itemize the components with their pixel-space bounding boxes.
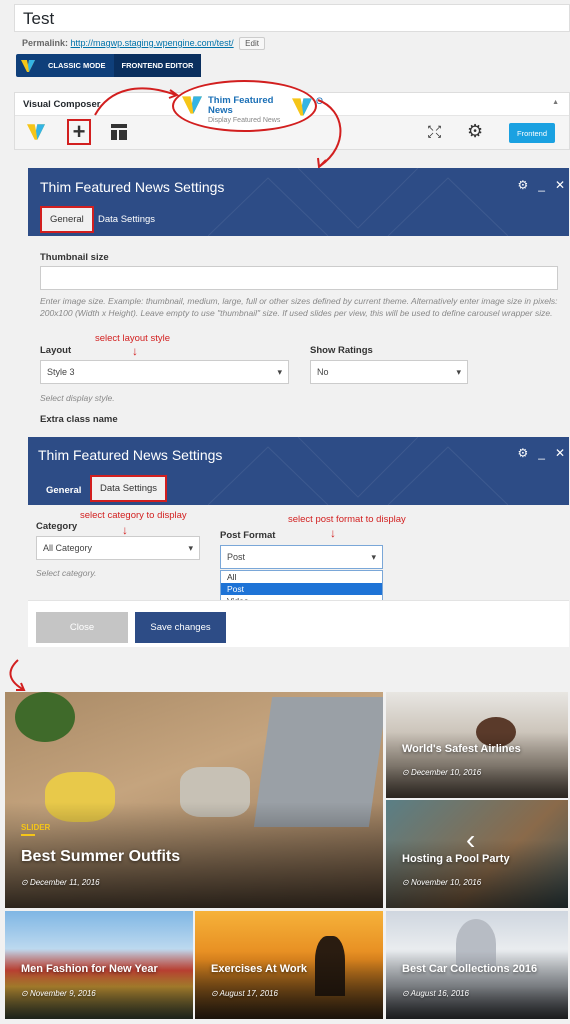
arrow-down-icon: ↓	[132, 344, 138, 358]
gear-icon[interactable]: ⚙	[517, 446, 528, 460]
minimize-icon[interactable]: _	[538, 178, 545, 192]
option-post[interactable]: Post	[221, 583, 382, 595]
featured-post-bottom-1[interactable]: Men Fashion for New Year ⊙ November 9, 2…	[5, 911, 193, 1019]
featured-post-side-2[interactable]: ‹ Hosting a Pool Party ⊙ November 10, 20…	[386, 800, 568, 908]
header-pattern	[208, 437, 508, 505]
overlay	[386, 732, 568, 798]
post-format-annotation: select post format to display	[288, 514, 406, 525]
post-date: ⊙ August 17, 2016	[211, 989, 278, 998]
chevron-down-icon: ▾	[277, 366, 282, 377]
ratings-select-value: No	[317, 367, 329, 377]
slider-prev-icon[interactable]: ‹	[466, 824, 475, 856]
extra-class-label: Extra class name	[40, 414, 118, 425]
category-select[interactable]: All Category ▾	[36, 536, 200, 560]
close-icon[interactable]: ✕	[555, 178, 565, 192]
thumbnail-size-help: Enter image size. Example: thumbnail, me…	[40, 296, 558, 318]
post-date-text: December 11, 2016	[29, 878, 100, 887]
post-title[interactable]: Hosting a Pool Party	[402, 853, 510, 865]
post-date-text: November 9, 2016	[29, 989, 96, 998]
badge-underline	[21, 834, 35, 836]
arrow-down-icon: ↓	[122, 523, 128, 537]
chevron-down-icon: ▾	[456, 366, 461, 377]
tab-general[interactable]: General	[38, 479, 89, 502]
show-ratings-label: Show Ratings	[310, 345, 373, 356]
post-format-label: Post Format	[220, 530, 276, 541]
overlay	[386, 951, 568, 1019]
close-button[interactable]: Close	[36, 612, 128, 643]
dialog-controls: ⚙ _ ✕	[517, 446, 565, 460]
post-title[interactable]: Best Summer Outfits	[21, 848, 180, 866]
post-title[interactable]: World's Safest Airlines	[402, 743, 521, 755]
dialog-header: Thim Featured News Settings ⚙ _ ✕ Genera…	[28, 168, 569, 236]
thumbnail-size-input[interactable]	[40, 266, 558, 290]
post-date: ⊙ November 10, 2016	[402, 878, 482, 887]
overlay	[5, 951, 193, 1019]
layout-label: Layout	[40, 345, 72, 356]
post-date-text: December 10, 2016	[410, 768, 482, 777]
overlay	[195, 951, 383, 1019]
post-title[interactable]: Exercises At Work	[211, 963, 307, 975]
tab-general[interactable]: General	[40, 206, 94, 233]
post-date: ⊙ August 16, 2016	[402, 989, 469, 998]
dialog-title: Thim Featured News Settings	[38, 447, 223, 463]
tab-data-settings[interactable]: Data Settings	[90, 475, 168, 502]
dialog-title: Thim Featured News Settings	[40, 179, 225, 195]
show-ratings-select[interactable]: No ▾	[310, 360, 468, 384]
post-date-text: August 16, 2016	[410, 989, 469, 998]
post-date: ⊙ December 10, 2016	[402, 768, 482, 777]
featured-post-bottom-3[interactable]: Best Car Collections 2016 ⊙ August 16, 2…	[386, 911, 568, 1019]
minimize-icon[interactable]: _	[538, 446, 545, 460]
dialog-controls: ⚙ _ ✕	[517, 178, 565, 192]
category-badge[interactable]: SLIDER	[21, 823, 50, 832]
category-select-value: All Category	[43, 543, 93, 553]
close-icon[interactable]: ✕	[555, 446, 565, 460]
chevron-down-icon: ▾	[188, 542, 193, 553]
header-pattern	[208, 168, 508, 236]
chevron-down-icon: ▾	[371, 551, 376, 562]
thumbnail-size-label: Thumbnail size	[40, 252, 109, 263]
post-date-text: August 17, 2016	[219, 989, 278, 998]
featured-post-main[interactable]: SLIDER Best Summer Outfits ⊙ December 11…	[5, 692, 383, 908]
post-title[interactable]: Best Car Collections 2016	[402, 963, 537, 975]
overlay	[386, 840, 568, 908]
dialog-header: Thim Featured News Settings ⚙ _ ✕ Genera…	[28, 437, 569, 505]
featured-post-bottom-2[interactable]: Exercises At Work ⊙ August 17, 2016	[195, 911, 383, 1019]
post-format-select[interactable]: Post ▾	[220, 545, 383, 569]
settings-dialog-general: Thim Featured News Settings ⚙ _ ✕ Genera…	[28, 168, 569, 430]
post-date: ⊙ December 11, 2016	[21, 878, 100, 887]
post-title[interactable]: Men Fashion for New Year	[21, 963, 158, 975]
arrow-down-icon: ↓	[330, 526, 336, 540]
post-format-select-value: Post	[227, 552, 246, 562]
layout-annotation: select layout style	[95, 333, 170, 344]
category-annotation: select category to display	[80, 510, 187, 521]
tab-data-settings[interactable]: Data Settings	[90, 208, 163, 231]
option-all[interactable]: All	[221, 571, 382, 583]
plant-image	[15, 692, 75, 742]
gear-icon[interactable]: ⚙	[517, 178, 528, 192]
category-label: Category	[36, 521, 78, 532]
settings-dialog-data: Thim Featured News Settings ⚙ _ ✕ Genera…	[28, 437, 569, 647]
save-changes-button[interactable]: Save changes	[135, 612, 226, 643]
featured-post-side-1[interactable]: World's Safest Airlines ⊙ December 10, 2…	[386, 692, 568, 798]
category-help: Select category.	[36, 568, 97, 578]
post-date: ⊙ November 9, 2016	[21, 989, 96, 998]
post-date-text: November 10, 2016	[410, 878, 482, 887]
layout-select[interactable]: Style 3 ▾	[40, 360, 289, 384]
layout-select-value: Style 3	[47, 367, 75, 377]
layout-help: Select display style.	[40, 393, 115, 403]
